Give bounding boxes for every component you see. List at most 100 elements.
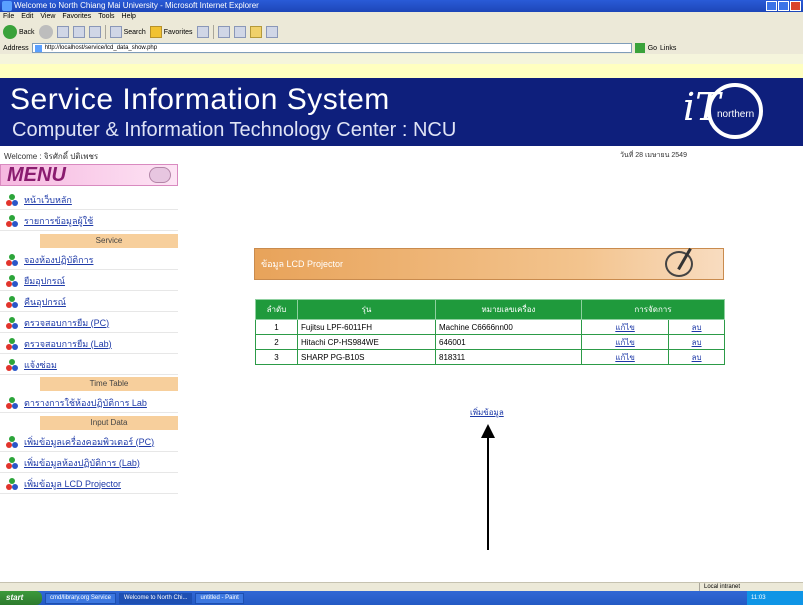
menu-tools[interactable]: Tools xyxy=(98,12,114,22)
mail-button[interactable] xyxy=(217,26,230,38)
taskbar-task[interactable]: untitled - Paint xyxy=(195,592,244,604)
history-button[interactable] xyxy=(196,26,209,38)
add-data-link[interactable]: เพิ่มข้อมูล xyxy=(470,406,504,419)
status-bar: Local intranet xyxy=(0,582,803,591)
sidebar-item-service-2[interactable]: ยืมอุปกรณ์ xyxy=(0,271,178,291)
minimize-button[interactable] xyxy=(766,1,777,11)
edit-link[interactable]: แก้ไข xyxy=(615,353,635,362)
back-arrow-icon xyxy=(3,25,17,39)
table-row: 2 Hitachi CP-HS984WE 646001 แก้ไข ลบ xyxy=(255,334,725,350)
cell-edit: แก้ไข xyxy=(580,319,670,335)
delete-link[interactable]: ลบ xyxy=(692,323,702,332)
delete-link[interactable]: ลบ xyxy=(692,338,702,347)
menu-header: MENU xyxy=(0,164,178,186)
system-tray-clock: 11:03 xyxy=(747,591,803,605)
delete-link[interactable]: ลบ xyxy=(692,353,702,362)
sidebar-item-input-1[interactable]: เพิ่มข้อมูลเครื่องคอมพิวเตอร์ (PC) xyxy=(0,432,178,452)
forward-button[interactable] xyxy=(38,25,53,39)
go-button[interactable] xyxy=(634,43,645,53)
edit-link[interactable]: แก้ไข xyxy=(615,338,635,347)
links-button[interactable]: Links xyxy=(660,45,676,52)
site-subtitle: Computer & Information Technology Center… xyxy=(12,119,457,141)
search-button[interactable]: Search xyxy=(109,26,146,38)
address-input[interactable]: http://localhost/service/lcd_data_show.p… xyxy=(31,43,632,53)
sidebar-item-service-4[interactable]: ตรวจสอบการยืม (PC) xyxy=(0,313,178,333)
cell-no: 1 xyxy=(255,319,298,335)
col-serial: หมายเลขเครื่อง xyxy=(435,299,582,320)
close-button[interactable] xyxy=(790,1,801,11)
menu-bullet-icon xyxy=(6,253,18,266)
menu-bullet-icon xyxy=(6,274,18,287)
cell-model: SHARP PG-B10S xyxy=(297,349,436,365)
cell-delete: ลบ xyxy=(668,334,725,350)
table-header-row: ลำดับ รุ่น หมายเลขเครื่อง การจัดการ xyxy=(255,299,725,320)
menu-view[interactable]: View xyxy=(40,12,55,22)
site-title: Service Information System xyxy=(10,83,390,116)
logo-brand-text: northern xyxy=(717,109,755,120)
start-button[interactable]: start xyxy=(0,591,42,605)
taskbar: start cmd/library.org Service Welcome to… xyxy=(0,591,803,605)
hand-icon xyxy=(149,167,171,183)
date-text: วันที่ 28 เมษายน 2549 xyxy=(620,152,687,159)
menu-help[interactable]: Help xyxy=(122,12,136,22)
menu-bullet-icon xyxy=(6,316,18,329)
menu-file[interactable]: File xyxy=(3,12,14,22)
sidebar-item-user-data[interactable]: รายการข้อมูลผู้ใช้ xyxy=(0,211,178,231)
maximize-button[interactable] xyxy=(778,1,789,11)
favorites-button[interactable]: Favorites xyxy=(149,26,193,38)
sidebar-item-service-3[interactable]: คืนอุปกรณ์ xyxy=(0,292,178,312)
stop-button[interactable] xyxy=(56,26,69,38)
sidebar-item-home[interactable]: หน้าเว็บหลัก xyxy=(0,190,178,210)
menu-bullet-icon xyxy=(6,435,18,448)
menu-bullet-icon xyxy=(6,337,18,350)
section-service: Service xyxy=(40,234,178,248)
back-button[interactable]: Back xyxy=(3,25,35,39)
sidebar-item-input-2[interactable]: เพิ่มข้อมูลห้องปฏิบัติการ (Lab) xyxy=(0,453,178,473)
browser-toolbar: Back Search Favorites xyxy=(0,22,803,42)
favorites-star-icon xyxy=(149,26,162,38)
search-icon xyxy=(109,26,122,38)
ie-icon xyxy=(2,1,12,11)
taskbar-task[interactable]: cmd/library.org Service xyxy=(45,592,116,604)
edit-link[interactable]: แก้ไข xyxy=(615,323,635,332)
home-button[interactable] xyxy=(88,26,101,38)
go-label[interactable]: Go xyxy=(648,45,657,52)
panel-title: ข้อมูล LCD Projector xyxy=(261,259,344,269)
print-button[interactable] xyxy=(233,26,246,38)
cell-model: Fujitsu LPF-6011FH xyxy=(297,319,436,335)
menu-edit[interactable]: Edit xyxy=(21,12,33,22)
security-zone: Local intranet xyxy=(699,583,799,591)
menu-bullet-icon xyxy=(6,214,18,227)
col-no: ลำดับ xyxy=(255,299,298,320)
sidebar-item-input-3[interactable]: เพิ่มข้อมูล LCD Projector xyxy=(0,474,178,494)
cell-edit: แก้ไข xyxy=(580,334,670,350)
lcd-projector-table: ลำดับ รุ่น หมายเลขเครื่อง การจัดการ 1 Fu… xyxy=(255,299,725,365)
table-row: 3 SHARP PG-B10S 818311 แก้ไข ลบ xyxy=(255,349,725,365)
web-page: Service Information System Computer & In… xyxy=(0,54,803,582)
taskbar-task-active[interactable]: Welcome to North Chi... xyxy=(118,592,193,604)
messenger-button[interactable] xyxy=(265,26,278,38)
window-title: Welcome to North Chiang Mai University -… xyxy=(14,1,259,10)
col-manage: การจัดการ xyxy=(581,299,725,320)
sidebar-item-service-6[interactable]: แจ้งซ่อม xyxy=(0,355,178,375)
address-bar: Address http://localhost/service/lcd_dat… xyxy=(0,42,803,54)
section-input-data: Input Data xyxy=(40,416,178,430)
it-northern-logo: iT northern xyxy=(683,83,783,141)
sidebar: MENU หน้าเว็บหลัก รายการข้อมูลผู้ใช้ Ser… xyxy=(0,164,180,582)
welcome-text: Welcome : จิรศักดิ์ ปติเพชร xyxy=(4,152,99,161)
sidebar-item-service-5[interactable]: ตรวจสอบการยืม (Lab) xyxy=(0,334,178,354)
sidebar-item-timetable-1[interactable]: ตารางการใช้ห้องปฏิบัติการ Lab xyxy=(0,393,178,413)
folder-button[interactable] xyxy=(249,26,262,38)
toolbar-separator xyxy=(104,25,106,39)
sidebar-item-service-1[interactable]: จองห้องปฏิบัติการ xyxy=(0,250,178,270)
refresh-button[interactable] xyxy=(72,26,85,38)
window-titlebar: Welcome to North Chiang Mai University -… xyxy=(0,0,803,12)
quill-icon xyxy=(665,251,693,277)
menu-bar: File Edit View Favorites Tools Help xyxy=(0,12,803,22)
menu-favorites[interactable]: Favorites xyxy=(62,12,91,22)
info-strip xyxy=(0,54,803,78)
toolbar-separator xyxy=(212,25,214,39)
table-row: 1 Fujitsu LPF-6011FH Machine C6666nn00 แ… xyxy=(255,319,725,335)
cell-edit: แก้ไข xyxy=(580,349,670,365)
menu-bullet-icon xyxy=(6,477,18,490)
